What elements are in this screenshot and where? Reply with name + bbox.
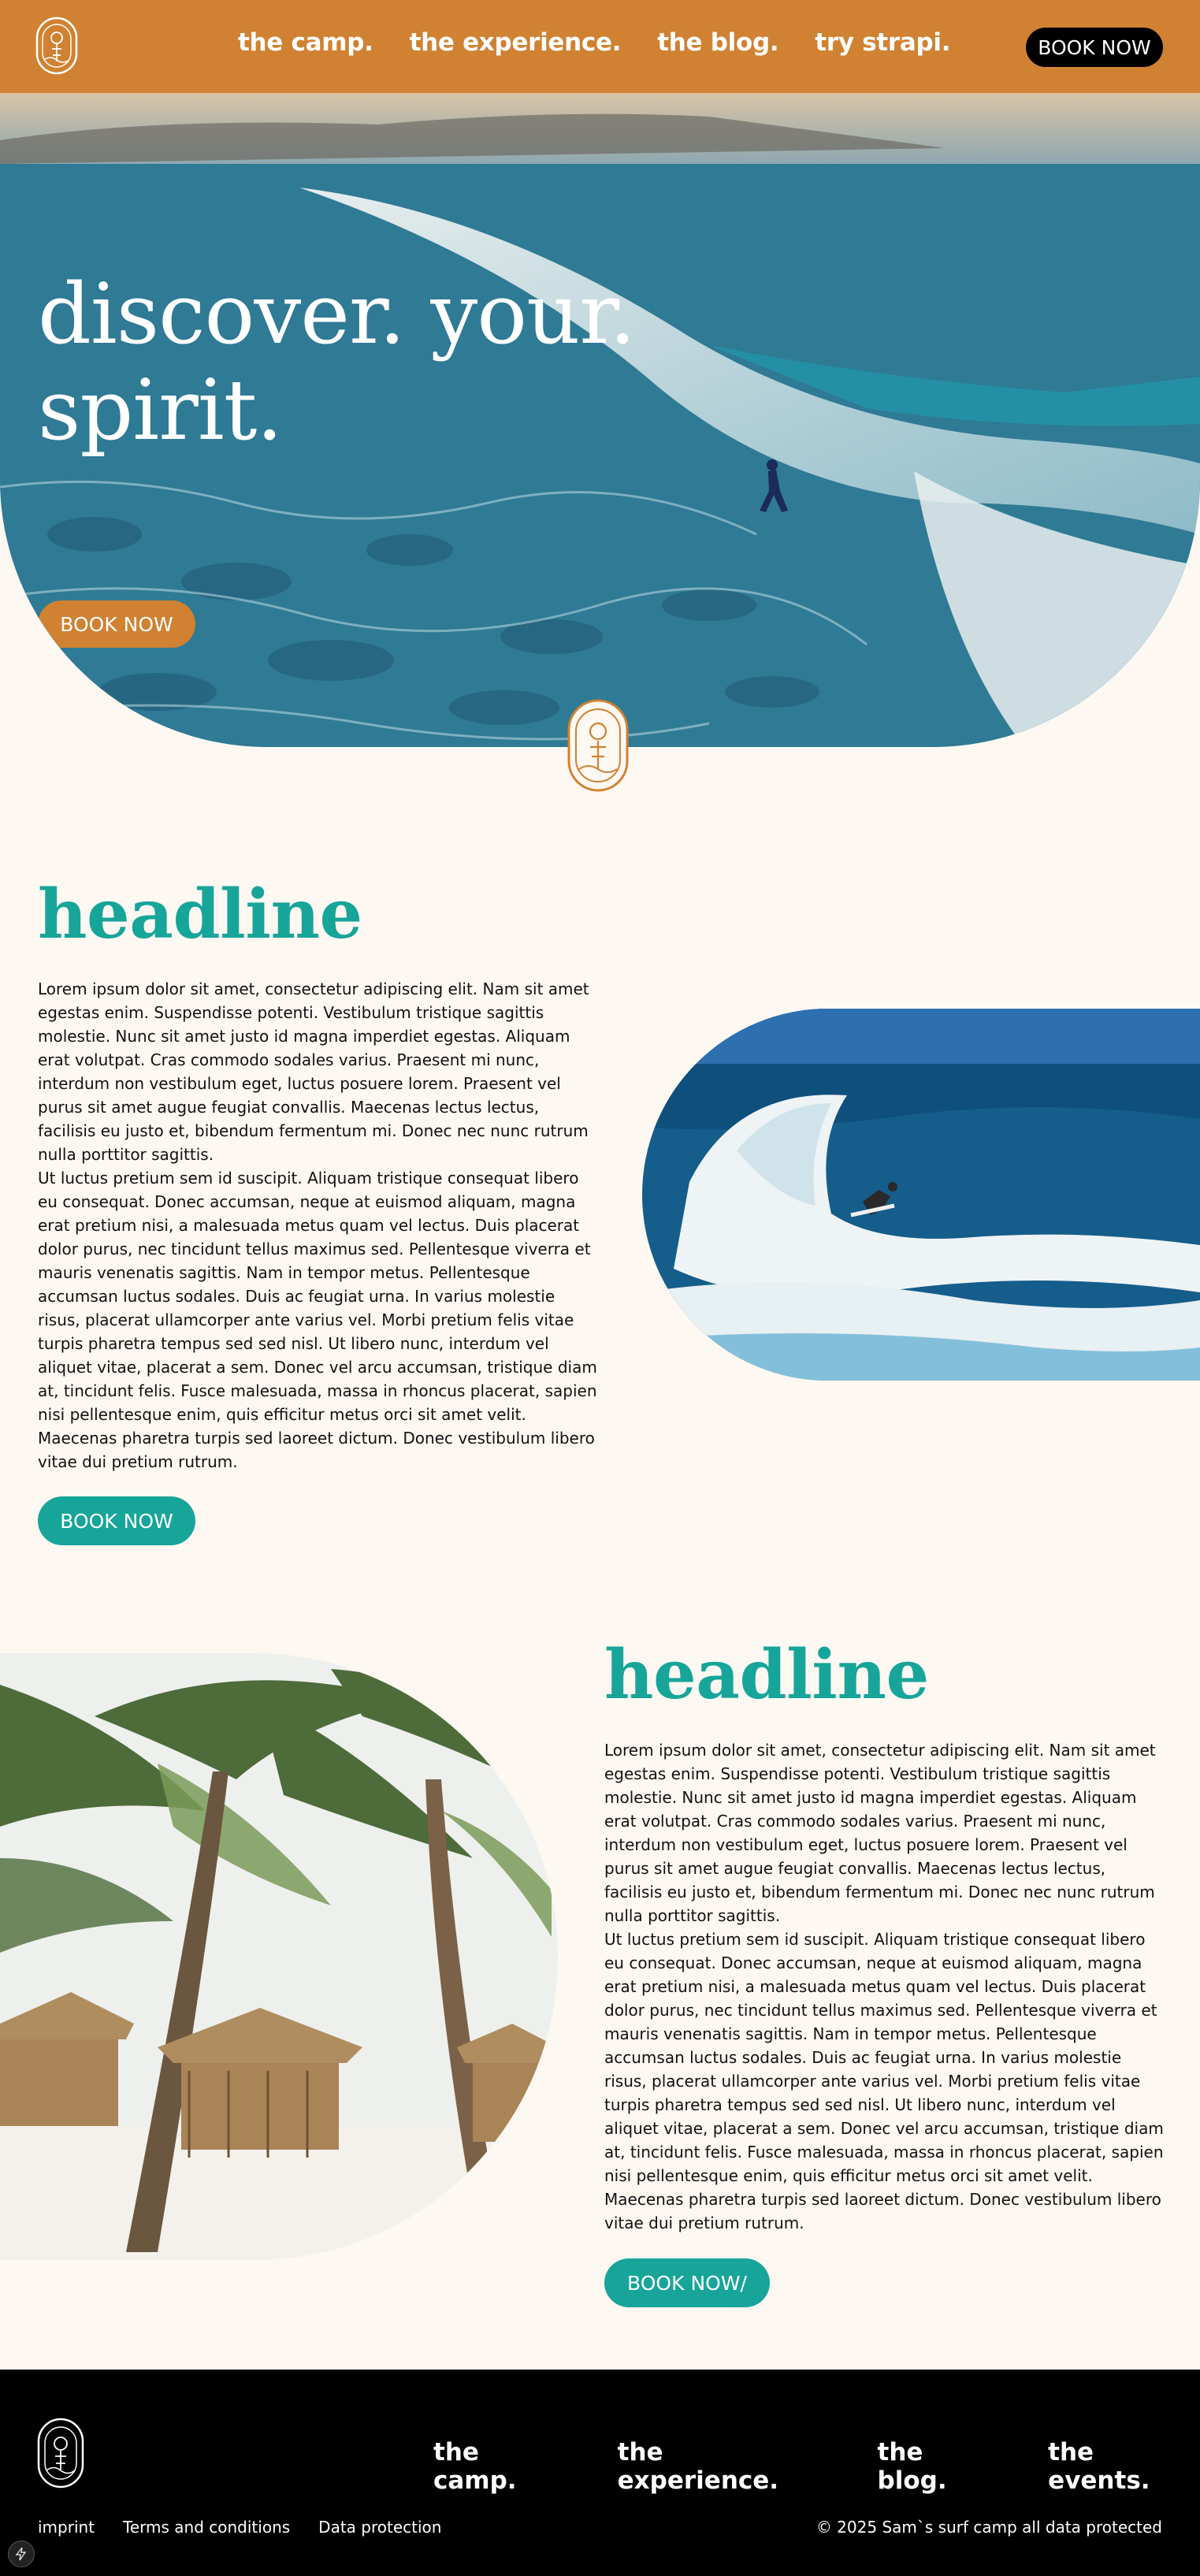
hero-title-line1: discover. your. (38, 266, 636, 362)
footer-nav-events[interactable]: the events. (1048, 2438, 1200, 2495)
section1-paragraph-1: Lorem ipsum dolor sit amet, consectetur … (38, 979, 589, 1164)
lightning-icon[interactable] (8, 2541, 35, 2567)
section2-book-now-button[interactable]: BOOK NOW/ (604, 2258, 770, 2307)
footer-copyright: © 2025 Sam`s surf camp all data protecte… (815, 2518, 1162, 2537)
section1-book-now-button[interactable]: BOOK NOW (38, 1496, 195, 1545)
nav-link-camp[interactable]: the camp. (238, 28, 373, 57)
section1-paragraph-2: Ut luctus pretium sem id suscipit. Aliqu… (38, 1169, 597, 1471)
footer-nav-camp[interactable]: the camp. (433, 2438, 567, 2495)
nav-link-blog[interactable]: the blog. (657, 28, 778, 57)
nav-link-experience[interactable]: the experience. (410, 28, 622, 57)
footer-legal-links: imprint Terms and conditions Data protec… (38, 2518, 441, 2537)
hero-banner: discover. your. spirit. BOOK NOW (0, 93, 1200, 747)
nav-link-try-strapi[interactable]: try strapi. (815, 28, 950, 57)
section2-paragraph-2: Ut luctus pretium sem id suscipit. Aliqu… (604, 1930, 1164, 2232)
hero-book-now-button[interactable]: BOOK NOW (38, 600, 195, 648)
header-book-now-button[interactable]: BOOK NOW (1026, 28, 1163, 67)
surfer-wave-image (642, 1009, 1200, 1381)
surf-camp-logo-icon[interactable] (35, 16, 79, 76)
section1-headline: headline (38, 875, 362, 954)
hero-title-line2: spirit. (38, 362, 283, 459)
footer-nav: the camp. the experience. the blog. the … (433, 2438, 1200, 2495)
section2-headline: headline (604, 1635, 929, 1715)
beach-huts-palm-image (0, 1653, 558, 2260)
footer-nav-experience[interactable]: the experience. (618, 2438, 827, 2495)
section2-paragraph-1: Lorem ipsum dolor sit amet, consectetur … (604, 1741, 1156, 1925)
footer-link-data-protection[interactable]: Data protection (318, 2518, 441, 2537)
surf-camp-badge-icon (567, 699, 629, 792)
surf-camp-logo-icon[interactable] (36, 2417, 85, 2489)
site-header: the camp. the experience. the blog. try … (0, 0, 1200, 93)
site-footer: the camp. the experience. the blog. the … (0, 2370, 1200, 2576)
footer-link-imprint[interactable]: imprint (38, 2518, 95, 2537)
footer-nav-blog[interactable]: the blog. (878, 2438, 998, 2495)
main-nav: the camp. the experience. the blog. try … (238, 28, 951, 57)
footer-link-terms[interactable]: Terms and conditions (123, 2518, 290, 2537)
hero-title: discover. your. spirit. (38, 266, 636, 459)
